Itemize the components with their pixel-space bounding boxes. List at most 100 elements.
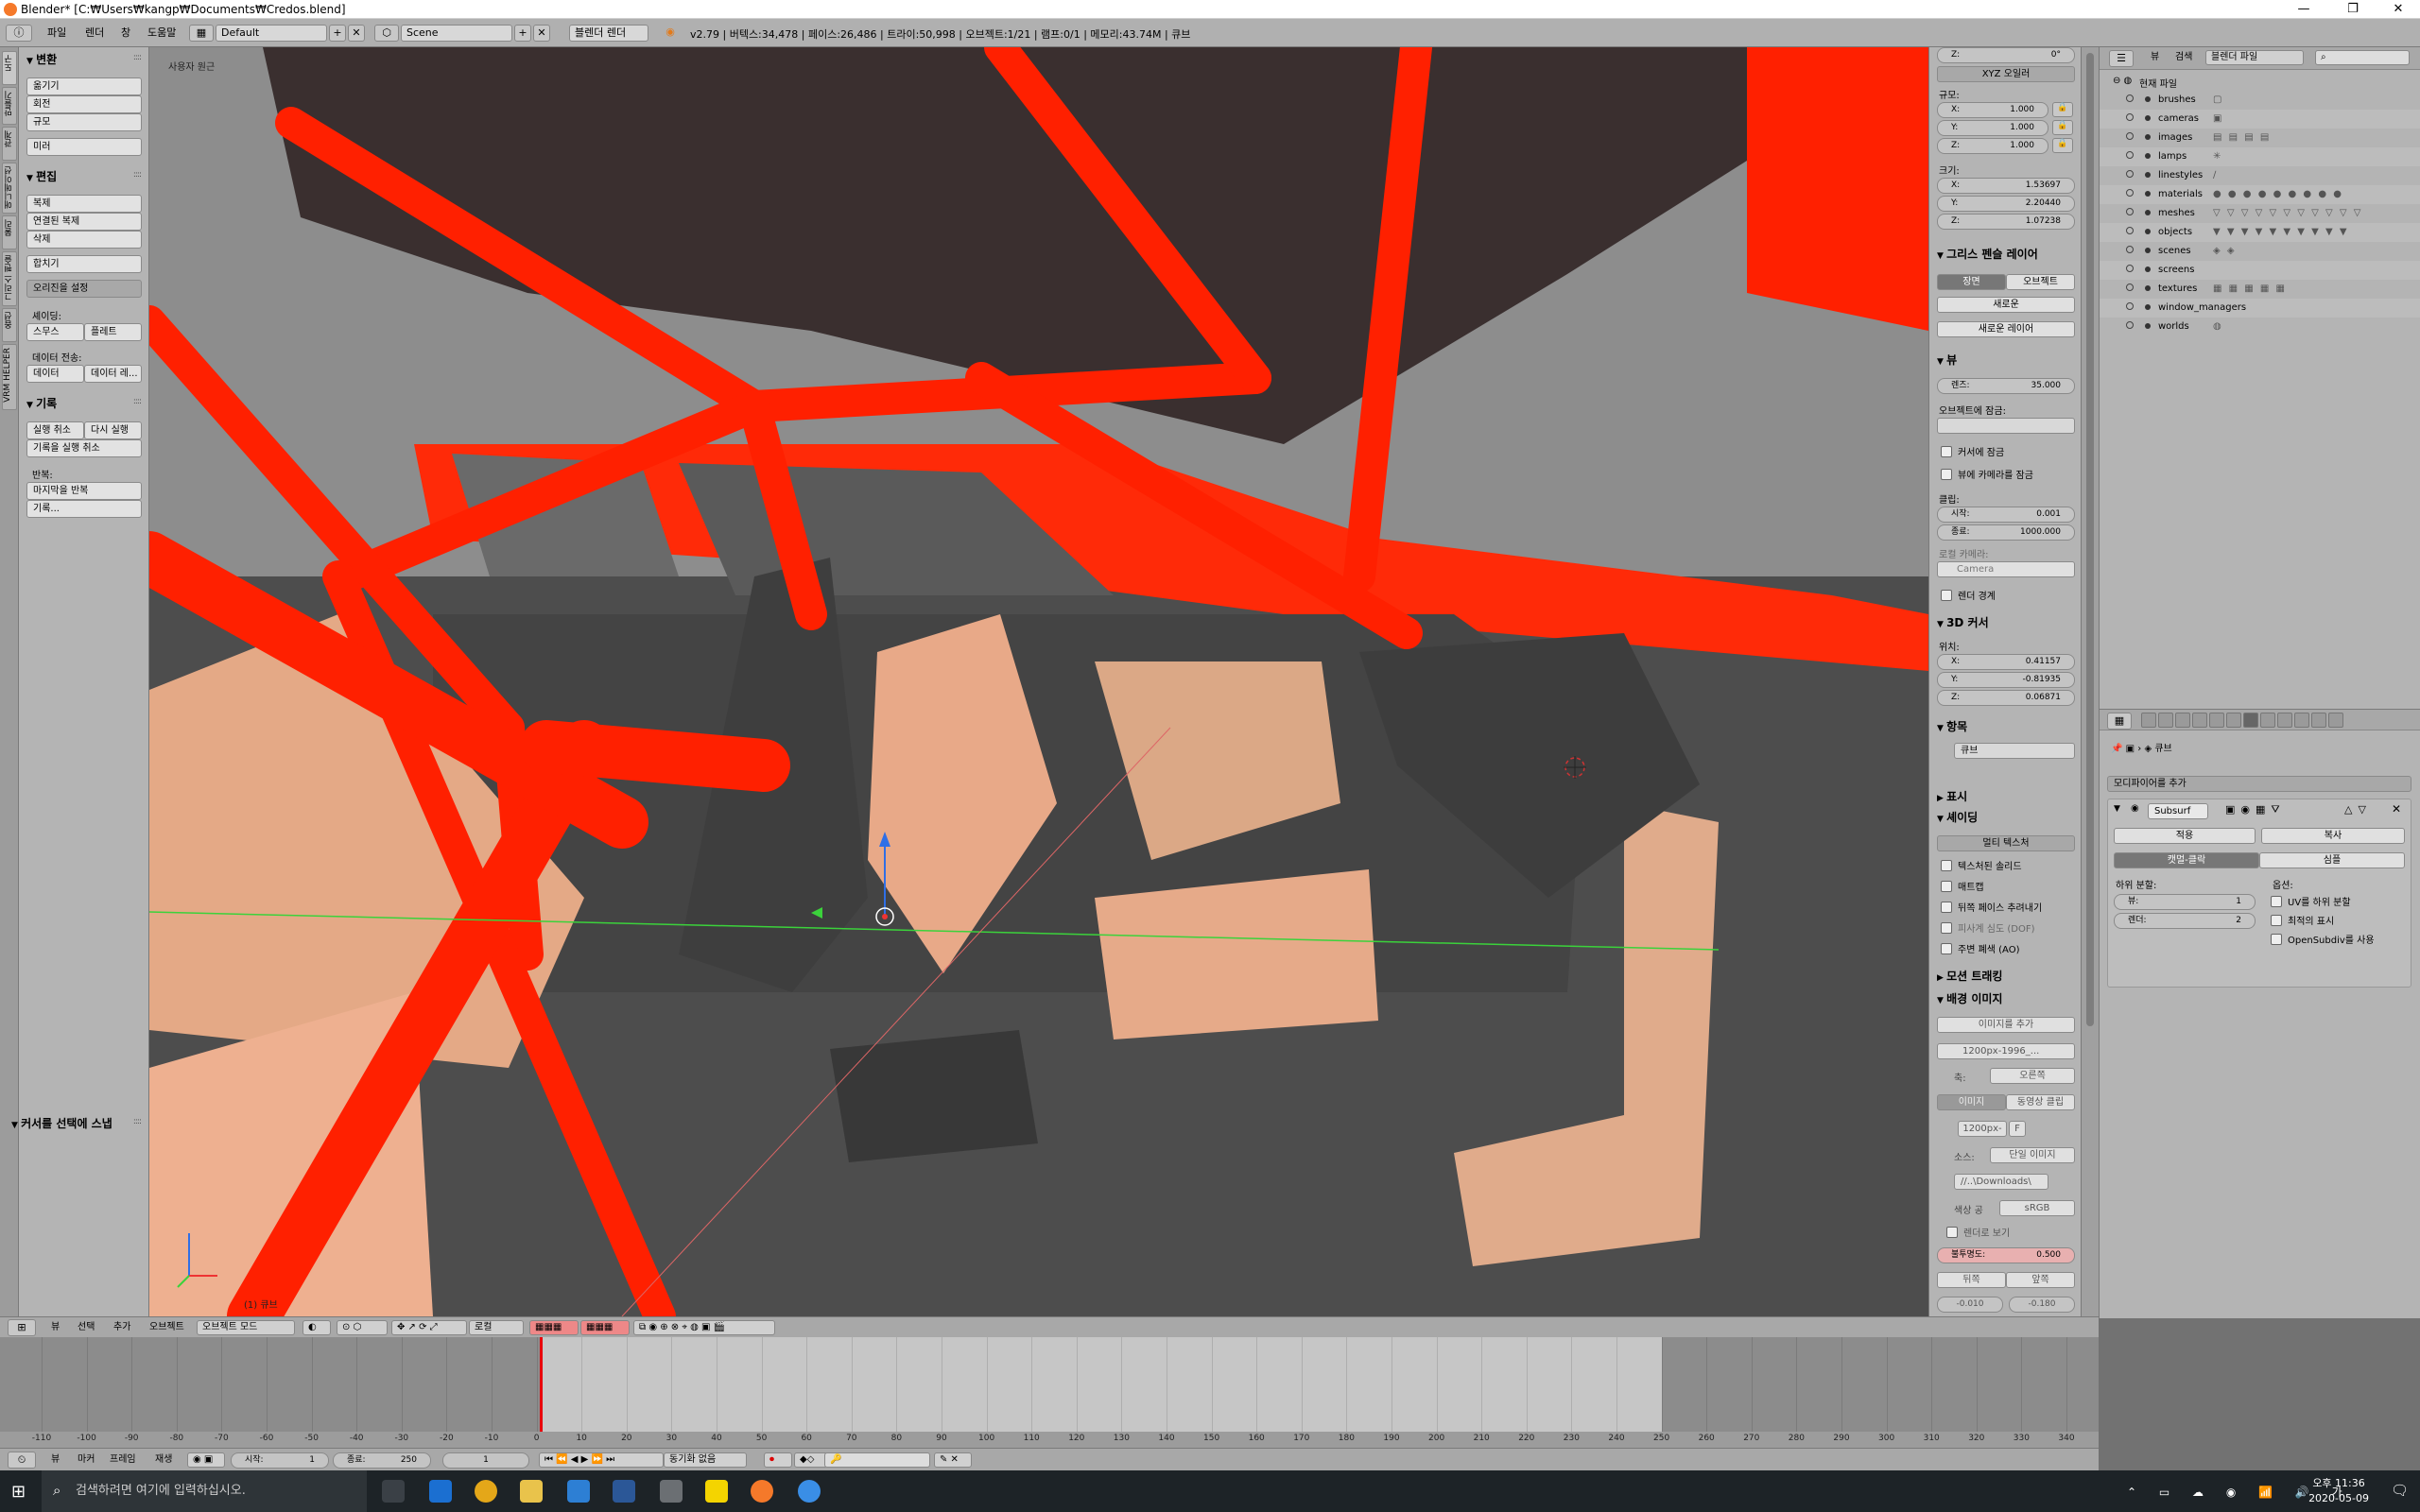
render-border-checkbox[interactable]: 렌더 경계 (1941, 588, 1996, 602)
lock-icon[interactable]: 🔒 (2052, 138, 2073, 153)
remove-modifier-icon[interactable]: ✕ (2392, 802, 2401, 816)
constraints-tab-icon[interactable] (2226, 713, 2241, 728)
outliner-row[interactable]: materials ● ● ● ● ● ● ● ● ● (2100, 185, 2420, 204)
eye-icon[interactable] (2126, 132, 2134, 140)
lens-field[interactable]: 렌즈: 35.000 (1937, 378, 2075, 394)
panel-3d-cursor-header[interactable]: 3D 커서 (1937, 614, 1989, 630)
clock[interactable]: 오후 11:36 2020-05-09 (2308, 1476, 2369, 1506)
edge-icon[interactable] (429, 1480, 452, 1503)
data-tab-icon[interactable] (2260, 713, 2275, 728)
undo-history-button[interactable]: 기록을 실행 취소 (26, 439, 142, 457)
dimension-y-field[interactable]: Y: 2.20440 (1937, 196, 2075, 212)
tab-vrm-helper[interactable]: VRM HELPER (2, 344, 17, 410)
chrome-icon[interactable] (475, 1480, 497, 1503)
menu-help[interactable]: 도움말 (142, 25, 182, 42)
tab-animation[interactable]: 애니메이션 (2, 163, 17, 214)
front-button[interactable]: 앞쪽 (2006, 1272, 2075, 1288)
backface-culling-checkbox[interactable]: 뒤쪽 페이스 추려내기 (1941, 900, 2042, 914)
panel-item-header[interactable]: 항목 (1937, 718, 1967, 734)
source-dropdown[interactable]: 단일 이미지 (1990, 1147, 2075, 1163)
snap-render-icons[interactable]: ⧉ ◉ ⊕ ⊗ ⌖ ◍ ▣ 🎬 (633, 1320, 775, 1335)
viewport-shading-dropdown[interactable]: ◐ (302, 1320, 331, 1335)
operator-panel-header[interactable]: 커서를 선택에 스냅 (11, 1115, 112, 1131)
panel-grip-icon[interactable]: :::: (133, 53, 142, 62)
eye-icon[interactable] (2126, 113, 2134, 121)
start-frame-field[interactable]: 시작: 1 (231, 1452, 329, 1469)
textured-solid-checkbox[interactable]: 텍스처된 솔리드 (1941, 858, 2022, 872)
join-button[interactable]: 합치기 (26, 255, 142, 273)
view-levels-field[interactable]: 뷰: 1 (2114, 894, 2256, 910)
shade-smooth-button[interactable]: 스무스 (26, 323, 84, 341)
clip-end-field[interactable]: 종료: 1000.000 (1937, 524, 2075, 541)
eye-icon[interactable] (2126, 321, 2134, 329)
duplicate-linked-button[interactable]: 연결된 복제 (26, 213, 142, 231)
cursor-y-field[interactable]: Y: -0.81935 (1937, 672, 2075, 688)
layers-grid-right[interactable]: ▦▦▦ (580, 1320, 630, 1335)
add-image-button[interactable]: 이미지를 추가 (1937, 1017, 2075, 1033)
catmull-clark-button[interactable]: 캣멀-클락 (2114, 852, 2259, 868)
panel-grip-icon[interactable]: :::: (133, 1117, 142, 1126)
mode-dropdown[interactable]: 오브젝트 모드 (197, 1320, 295, 1335)
taskbar-search[interactable]: 검색하려면 여기에 입력하십시오. (42, 1470, 367, 1512)
undo-button[interactable]: 실행 취소 (26, 421, 84, 439)
tab-options[interactable]: 옵션 (2, 308, 17, 342)
move-modifier-icons[interactable]: △▽ (2344, 803, 2372, 816)
current-frame-indicator[interactable] (540, 1337, 544, 1432)
modifier-name-field[interactable]: Subsurf (2148, 803, 2208, 819)
image-path-field[interactable]: //..\Downloads\ (1954, 1174, 2048, 1190)
eye-icon[interactable] (2126, 227, 2134, 234)
end-frame-field[interactable]: 종료: 250 (333, 1452, 431, 1469)
scene-icon[interactable]: ⬡ (374, 25, 399, 42)
panel-grip-icon[interactable]: :::: (133, 170, 142, 180)
orientation-dropdown[interactable]: 로컬 (469, 1320, 524, 1335)
editor-type-icon[interactable]: ⊞ (8, 1319, 36, 1336)
dof-checkbox[interactable]: 피사계 심도 (DOF) (1941, 920, 2034, 935)
translate-button[interactable]: 옮기기 (26, 77, 142, 95)
eye-icon[interactable] (2126, 151, 2134, 159)
dimension-x-field[interactable]: X: 1.53697 (1937, 178, 2075, 194)
delete-button[interactable]: 삭제 (26, 231, 142, 249)
screen-layout-icon[interactable]: ▦ (189, 25, 214, 42)
particles-tab-icon[interactable] (2311, 713, 2326, 728)
scene-field[interactable]: Scene (401, 25, 512, 42)
eye-icon[interactable] (2126, 246, 2134, 253)
opensubdiv-checkbox[interactable]: OpenSubdiv를 사용 (2271, 932, 2375, 946)
rotate-button[interactable]: 회전 (26, 95, 142, 113)
outliner-row[interactable]: meshes ▽ ▽ ▽ ▽ ▽ ▽ ▽ ▽ ▽ ▽ ▽ (2100, 204, 2420, 223)
editor-type-icon[interactable]: ☰ (2109, 50, 2134, 67)
data-transfer-button[interactable]: 데이터 (26, 365, 84, 383)
outliner-menu-search[interactable]: 검색 (2175, 50, 2192, 65)
bg-image-name[interactable]: 1200px-1996_... (1937, 1043, 2075, 1059)
panel-background-images-header[interactable]: 배경 이미지 (1937, 990, 2002, 1006)
app2-icon[interactable] (798, 1480, 821, 1503)
outliner-row[interactable]: textures ▦ ▦ ▦ ▦ ▦ (2100, 280, 2420, 299)
add-screen-icon[interactable]: + (329, 25, 346, 42)
playback-controls[interactable]: ⏮ ⏪ ◀ ▶ ⏩ ⏭ (539, 1452, 664, 1468)
world-tab-icon[interactable] (2192, 713, 2207, 728)
image-tab[interactable]: 이미지 (1937, 1094, 2006, 1110)
editor-type-icon[interactable]: ▦ (2107, 713, 2132, 730)
repeat-history-button[interactable]: 기록... (26, 500, 142, 518)
tab-create[interactable]: 만들기 (2, 87, 17, 125)
insert-delete-keyframe-icons[interactable]: ✎ ✕ (934, 1452, 972, 1468)
viewport-menu-add[interactable]: 추가 (113, 1320, 130, 1335)
maximize-button[interactable]: ❐ (2331, 0, 2375, 19)
minimize-button[interactable]: — (2282, 0, 2325, 19)
editor-type-icon[interactable]: ⏲ (8, 1452, 36, 1469)
offset-x-field[interactable]: -0.010 (1937, 1297, 2003, 1313)
eye-icon[interactable] (2126, 302, 2134, 310)
panel-gp-layer-header[interactable]: 그리스 펜슬 레이어 (1937, 246, 2038, 262)
gp-object-button[interactable]: 오브젝트 (2006, 274, 2075, 290)
auto-keying-icon[interactable]: ⏺ (764, 1452, 792, 1468)
back-button[interactable]: 뒤쪽 (1937, 1272, 2006, 1288)
item-name-field[interactable]: 큐브 (1954, 743, 2075, 759)
viewport-menu-view[interactable]: 뷰 (51, 1320, 60, 1335)
app-icon[interactable] (660, 1480, 683, 1503)
ao-checkbox[interactable]: 주변 폐색 (AO) (1941, 941, 2020, 955)
outliner-menu-view[interactable]: 뷰 (2151, 50, 2159, 65)
physics-tab-icon[interactable] (2328, 713, 2343, 728)
modifier-visibility-icons[interactable]: ▣◉▦⛛ (2225, 803, 2286, 816)
properties-scrollbar[interactable] (2082, 47, 2099, 1316)
scale-z-field[interactable]: Z: 1.000 (1937, 138, 2048, 154)
outliner-row[interactable]: images ▤ ▤ ▤ ▤ (2100, 129, 2420, 147)
